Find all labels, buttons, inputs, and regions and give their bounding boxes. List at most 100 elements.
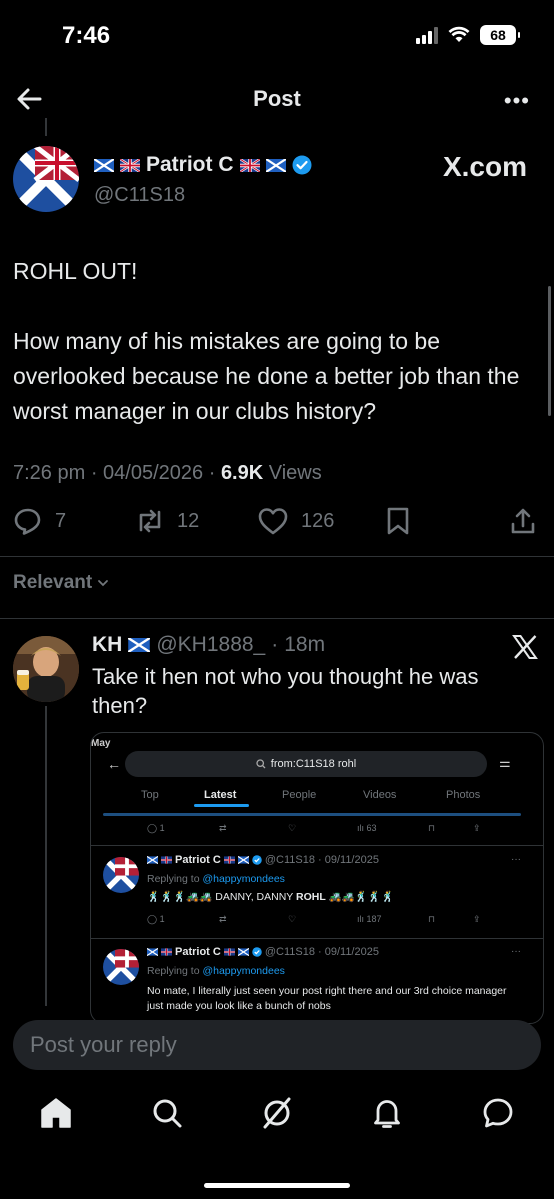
wifi-icon bbox=[448, 26, 470, 42]
post-body: ROHL OUT! How many of his mistakes are g… bbox=[13, 254, 543, 429]
share-icon[interactable] bbox=[509, 506, 537, 536]
bottom-nav bbox=[0, 1096, 554, 1136]
heart-icon bbox=[258, 508, 288, 535]
status-icons: 68 bbox=[416, 24, 520, 46]
like-count: 126 bbox=[301, 509, 335, 532]
scotland-flag-icon bbox=[94, 158, 114, 172]
author-name[interactable]: Patriot C bbox=[94, 153, 312, 177]
reply-author[interactable]: KH @KH1888_ · 18m bbox=[92, 633, 325, 657]
messages-icon[interactable] bbox=[481, 1096, 515, 1130]
image-divider bbox=[91, 845, 543, 846]
reply-icon bbox=[14, 508, 41, 535]
thread-connector bbox=[45, 118, 47, 136]
image-tab-photos: Photos bbox=[446, 789, 481, 801]
reply-text: Take it hen not who you thought he was t… bbox=[92, 664, 479, 718]
reply-handle: @KH1888_ bbox=[156, 633, 266, 656]
image-share-icon: ⇪ bbox=[473, 823, 481, 833]
image-heart-icon: ♡ bbox=[288, 823, 297, 833]
grok-icon[interactable] bbox=[260, 1096, 294, 1130]
post-actions: 7 12 126 bbox=[13, 506, 541, 540]
reply-count: 7 bbox=[55, 509, 67, 532]
image-heart-icon: ♡ bbox=[288, 914, 297, 924]
post-text-line: ROHL OUT! bbox=[13, 258, 138, 284]
author-handle[interactable]: @C11S18 bbox=[94, 184, 185, 207]
image-divider bbox=[91, 938, 543, 939]
image-tab-top: Top bbox=[141, 789, 159, 801]
views-label: Views bbox=[268, 462, 322, 484]
image-repost-icon: ⇄ bbox=[219, 823, 227, 833]
post-text-paragraph: How many of his mistakes are going to be… bbox=[13, 328, 520, 424]
scrollbar[interactable] bbox=[548, 286, 551, 416]
home-indicator bbox=[204, 1183, 350, 1188]
image-tweet1-author: Patriot C @C11S18 · 09/11/2025 bbox=[147, 854, 379, 866]
image-back-arrow-icon: ← bbox=[107, 756, 121, 772]
image-tab-latest: Latest bbox=[204, 789, 237, 801]
verified-badge-icon bbox=[292, 155, 312, 175]
repost-count: 12 bbox=[177, 509, 200, 532]
sort-dropdown[interactable]: Relevant bbox=[13, 572, 110, 594]
image-tweet1-body: 🕺🕺🕺🚜🚜 DANNY, DANNY ROHL 🚜🚜🕺🕺🕺 bbox=[147, 891, 395, 903]
image-tweet1-replies: ◯ 1 bbox=[147, 914, 165, 924]
image-search-query: from:C11S18 rohl bbox=[270, 758, 357, 770]
battery-indicator: 68 bbox=[480, 25, 520, 45]
image-tweet1-replying: Replying to @happymondees bbox=[147, 873, 285, 885]
post-time: 7:26 pm bbox=[13, 462, 86, 484]
image-status-time: May bbox=[91, 738, 111, 749]
divider bbox=[0, 556, 554, 557]
image-avatar bbox=[103, 857, 139, 893]
image-tabs: Top Latest People Videos Photos bbox=[91, 789, 543, 811]
reply-input[interactable]: Post your reply bbox=[13, 1020, 541, 1070]
bookmark-icon[interactable] bbox=[385, 506, 411, 536]
post-meta: 7:26 pm · 04/05/2026 · 6.9K Views bbox=[13, 462, 322, 484]
image-progress-line bbox=[103, 813, 521, 816]
author-display-name: Patriot C bbox=[146, 153, 234, 176]
image-repost-icon: ⇄ bbox=[219, 914, 227, 924]
search-icon bbox=[256, 759, 266, 769]
image-more-icon: ··· bbox=[511, 854, 521, 865]
views-count: 6.9K bbox=[220, 462, 264, 484]
image-more-icon: ··· bbox=[511, 946, 521, 957]
image-tweet2-author: Patriot C @C11S18 · 09/11/2025 bbox=[147, 946, 379, 958]
image-avatar bbox=[103, 949, 139, 985]
signal-icon bbox=[416, 26, 438, 44]
post-date: 04/05/2026 bbox=[103, 462, 204, 484]
home-icon[interactable] bbox=[39, 1096, 73, 1130]
repost-icon bbox=[139, 509, 161, 533]
more-options-icon[interactable]: ••• bbox=[504, 88, 530, 114]
divider bbox=[0, 618, 554, 619]
scotland-flag-icon bbox=[128, 638, 151, 652]
image-reply-count: ◯ 1 bbox=[147, 823, 165, 833]
reply-display-name: KH bbox=[92, 633, 123, 656]
image-views-count: ılı 63 bbox=[357, 823, 377, 833]
image-share-icon: ⇪ bbox=[473, 914, 481, 924]
uk-flag-icon bbox=[120, 158, 140, 172]
thread-connector bbox=[45, 706, 47, 1006]
image-bookmark-icon: ⊓ bbox=[428, 823, 436, 833]
image-search-bar: from:C11S18 rohl bbox=[125, 751, 487, 777]
image-tweet2-replying: Replying to @happymondees bbox=[147, 965, 285, 977]
attached-image[interactable]: May ← from:C11S18 rohl ⚌ Top Latest Peop… bbox=[90, 732, 544, 1024]
reply-avatar[interactable] bbox=[13, 636, 79, 702]
image-tab-indicator bbox=[194, 804, 249, 807]
notifications-icon[interactable] bbox=[370, 1096, 404, 1130]
avatar[interactable] bbox=[13, 146, 79, 212]
search-icon[interactable] bbox=[150, 1096, 184, 1130]
x-logo-icon bbox=[512, 635, 538, 659]
image-filter-icon: ⚌ bbox=[499, 755, 511, 770]
scotland-flag-icon bbox=[265, 158, 286, 172]
like-button[interactable]: 126 bbox=[257, 506, 334, 536]
image-tab-videos: Videos bbox=[363, 789, 397, 801]
sort-label: Relevant bbox=[13, 572, 93, 593]
image-tweet2-body: No mate, I literally just seen your post… bbox=[147, 985, 507, 1012]
reply-button[interactable]: 7 bbox=[13, 506, 66, 536]
chevron-down-icon bbox=[98, 580, 109, 587]
uk-flag-icon bbox=[239, 158, 260, 172]
status-time: 7:46 bbox=[62, 22, 111, 49]
repost-button[interactable]: 12 bbox=[135, 506, 199, 536]
image-tab-people: People bbox=[282, 789, 317, 801]
image-bookmark-icon: ⊓ bbox=[428, 914, 436, 924]
x-com-badge: X.com bbox=[442, 151, 527, 182]
image-tweet1-views: ılı 187 bbox=[357, 914, 382, 924]
reply-age: 18m bbox=[284, 633, 326, 656]
page-title: Post bbox=[253, 86, 301, 111]
